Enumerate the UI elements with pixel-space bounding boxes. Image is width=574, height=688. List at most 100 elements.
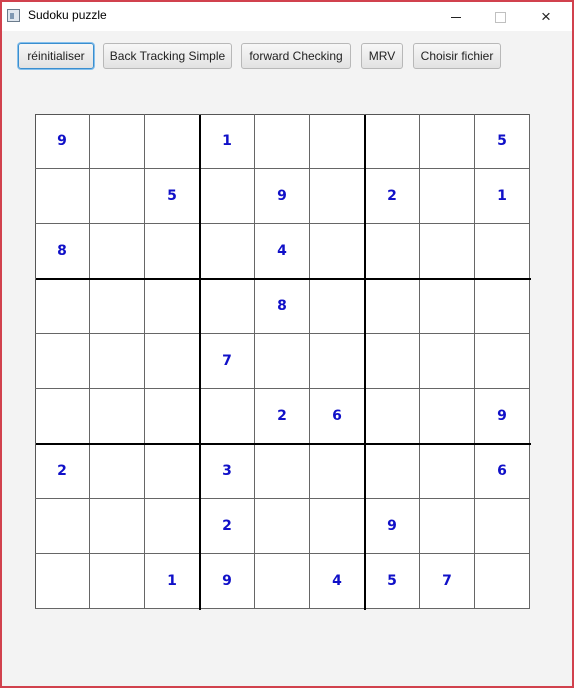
sudoku-cell[interactable]: 2: [255, 389, 310, 444]
sudoku-cell[interactable]: [90, 334, 145, 389]
sudoku-cell[interactable]: [35, 334, 90, 389]
sudoku-cell[interactable]: [420, 499, 475, 554]
close-icon: ×: [541, 7, 551, 26]
sudoku-cell[interactable]: [475, 499, 530, 554]
sudoku-cell[interactable]: [310, 499, 365, 554]
minimize-button[interactable]: [434, 2, 478, 31]
sudoku-cell[interactable]: [365, 389, 420, 444]
sudoku-cell[interactable]: [420, 114, 475, 169]
choose-file-button[interactable]: Choisir fichier: [413, 43, 501, 69]
sudoku-cell[interactable]: [420, 224, 475, 279]
sudoku-cell[interactable]: [420, 279, 475, 334]
sudoku-cell[interactable]: [35, 279, 90, 334]
app-window: Sudoku puzzle × réinitialiser Back Track…: [0, 0, 574, 688]
sudoku-cell[interactable]: 6: [310, 389, 365, 444]
sudoku-cell[interactable]: [255, 499, 310, 554]
sudoku-cell[interactable]: 1: [145, 554, 200, 609]
app-icon: [7, 9, 20, 22]
sudoku-cell[interactable]: [420, 334, 475, 389]
sudoku-cell[interactable]: 2: [365, 169, 420, 224]
sudoku-cell[interactable]: 9: [200, 554, 255, 609]
sudoku-cell[interactable]: [365, 444, 420, 499]
sudoku-cell[interactable]: 1: [200, 114, 255, 169]
block-divider-horizontal: [36, 278, 531, 280]
sudoku-cell[interactable]: 7: [200, 334, 255, 389]
sudoku-cell[interactable]: [420, 389, 475, 444]
sudoku-cell[interactable]: [145, 224, 200, 279]
sudoku-cell[interactable]: [255, 114, 310, 169]
sudoku-cell[interactable]: [255, 554, 310, 609]
sudoku-cell[interactable]: [255, 444, 310, 499]
sudoku-cell[interactable]: [90, 279, 145, 334]
sudoku-cell[interactable]: [310, 114, 365, 169]
block-divider-vertical: [364, 115, 366, 610]
sudoku-cell[interactable]: [200, 279, 255, 334]
sudoku-cell[interactable]: [475, 224, 530, 279]
sudoku-cell[interactable]: [145, 389, 200, 444]
sudoku-cell[interactable]: [35, 499, 90, 554]
sudoku-cell[interactable]: [420, 444, 475, 499]
sudoku-cell[interactable]: [90, 554, 145, 609]
sudoku-cell[interactable]: [145, 499, 200, 554]
sudoku-cell[interactable]: 9: [35, 114, 90, 169]
sudoku-grid: 915592184872692362919457: [35, 114, 531, 610]
sudoku-cell[interactable]: 1: [475, 169, 530, 224]
sudoku-cell[interactable]: 9: [365, 499, 420, 554]
sudoku-cell[interactable]: [310, 279, 365, 334]
sudoku-cell[interactable]: [35, 554, 90, 609]
sudoku-cell[interactable]: 7: [420, 554, 475, 609]
sudoku-cell[interactable]: [310, 169, 365, 224]
reset-button[interactable]: réinitialiser: [18, 43, 94, 69]
sudoku-cell[interactable]: [145, 279, 200, 334]
minimize-icon: [451, 16, 461, 18]
backtracking-simple-button[interactable]: Back Tracking Simple: [103, 43, 232, 69]
sudoku-cell[interactable]: [365, 114, 420, 169]
sudoku-cell[interactable]: [90, 224, 145, 279]
mrv-button[interactable]: MRV: [361, 43, 403, 69]
sudoku-cell[interactable]: 6: [475, 444, 530, 499]
sudoku-cell[interactable]: [200, 169, 255, 224]
sudoku-cell[interactable]: 8: [35, 224, 90, 279]
sudoku-cell[interactable]: [200, 389, 255, 444]
sudoku-cell[interactable]: 5: [365, 554, 420, 609]
window-title: Sudoku puzzle: [28, 8, 107, 22]
sudoku-cell[interactable]: [420, 169, 475, 224]
sudoku-cell[interactable]: 5: [145, 169, 200, 224]
sudoku-cell[interactable]: [365, 279, 420, 334]
sudoku-cell[interactable]: 4: [310, 554, 365, 609]
sudoku-cell[interactable]: [90, 169, 145, 224]
sudoku-cell[interactable]: [145, 334, 200, 389]
sudoku-cell[interactable]: [90, 444, 145, 499]
sudoku-cell[interactable]: 3: [200, 444, 255, 499]
sudoku-cell[interactable]: 9: [475, 389, 530, 444]
sudoku-cell[interactable]: [365, 224, 420, 279]
sudoku-cell[interactable]: [35, 169, 90, 224]
sudoku-cell[interactable]: [475, 279, 530, 334]
sudoku-cell[interactable]: 2: [35, 444, 90, 499]
sudoku-cell[interactable]: [90, 499, 145, 554]
sudoku-cell[interactable]: [145, 444, 200, 499]
sudoku-cell[interactable]: [310, 334, 365, 389]
title-bar[interactable]: Sudoku puzzle ×: [2, 2, 572, 31]
sudoku-cell[interactable]: [145, 114, 200, 169]
sudoku-cell[interactable]: [90, 389, 145, 444]
sudoku-cell[interactable]: [475, 554, 530, 609]
sudoku-cell[interactable]: [475, 334, 530, 389]
maximize-icon: [494, 11, 506, 23]
sudoku-cell[interactable]: 4: [255, 224, 310, 279]
sudoku-cell[interactable]: [255, 334, 310, 389]
sudoku-cell[interactable]: [200, 224, 255, 279]
forward-checking-button[interactable]: forward Checking: [241, 43, 351, 69]
sudoku-cell[interactable]: [310, 224, 365, 279]
sudoku-cell[interactable]: 5: [475, 114, 530, 169]
maximize-button[interactable]: [478, 2, 522, 31]
sudoku-cell[interactable]: [310, 444, 365, 499]
sudoku-cell[interactable]: [35, 389, 90, 444]
sudoku-cell[interactable]: 9: [255, 169, 310, 224]
sudoku-cell[interactable]: [365, 334, 420, 389]
close-button[interactable]: ×: [524, 2, 568, 31]
sudoku-cell[interactable]: 2: [200, 499, 255, 554]
block-divider-horizontal: [36, 443, 531, 445]
sudoku-cell[interactable]: [90, 114, 145, 169]
sudoku-cell[interactable]: 8: [255, 279, 310, 334]
